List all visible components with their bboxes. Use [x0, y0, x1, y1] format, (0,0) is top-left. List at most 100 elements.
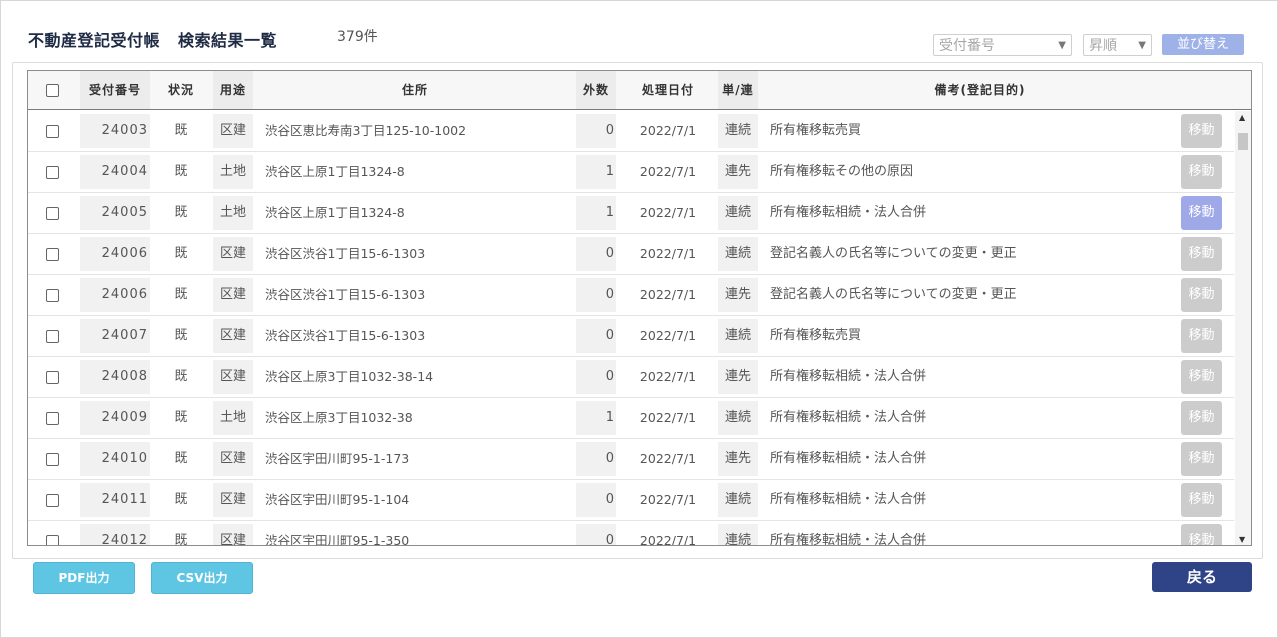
- move-button[interactable]: 移動: [1181, 319, 1222, 353]
- scrollbar-thumb[interactable]: [1238, 133, 1248, 150]
- move-button[interactable]: 移動: [1181, 114, 1222, 148]
- row-checkbox[interactable]: [46, 330, 59, 343]
- header-address[interactable]: 住所: [265, 80, 565, 100]
- cell-address: 渋谷区渋谷1丁目15-6-1303: [265, 246, 426, 261]
- result-count: 379件: [337, 29, 378, 45]
- table-row: 24006 既 区建 渋谷区渋谷1丁目15-6-1303 0 2022/7/1 連先 登記名義…: [28, 275, 1234, 316]
- cell-note: 登記名義人の氏名等についての変更・更正: [770, 246, 1017, 261]
- row-checkbox[interactable]: [46, 494, 59, 507]
- move-button[interactable]: 移動: [1181, 196, 1222, 230]
- cell-number-text: 24008: [101, 369, 148, 384]
- cell-address: 渋谷区上原3丁目1032-38-14: [265, 369, 434, 384]
- sort-field-value: 受付番号: [939, 38, 995, 54]
- page-title-main: 不動産登記受付帳: [28, 31, 161, 50]
- cell-note: 所有権移転売買: [770, 328, 862, 343]
- chevron-down-icon: ▼: [1138, 40, 1146, 51]
- header-date[interactable]: 処理日付: [628, 80, 708, 100]
- sort-order-select[interactable]: 昇順 ▼: [1083, 34, 1152, 56]
- chevron-down-icon: ▼: [1058, 40, 1066, 51]
- row-checkbox[interactable]: [46, 207, 59, 220]
- cell-number-text: 24007: [101, 328, 148, 343]
- cell-note: 所有権移転その他の原因: [770, 164, 914, 179]
- cell-date: 2022/7/1: [639, 492, 697, 507]
- header-link[interactable]: 単/連: [718, 71, 758, 109]
- sort-field-select[interactable]: 受付番号 ▼: [933, 34, 1072, 56]
- cell-status: 既: [174, 410, 188, 425]
- table-row: 24003 既 区建 渋谷区恵比寿南3丁目125-10-1002 0 2022/7/1 連続…: [28, 111, 1234, 152]
- move-button[interactable]: 移動: [1181, 524, 1222, 545]
- row-checkbox[interactable]: [46, 289, 59, 302]
- cell-address: 渋谷区恵比寿南3丁目125-10-1002: [265, 123, 467, 138]
- cell-number: 24006: [80, 278, 150, 312]
- row-checkbox[interactable]: [46, 166, 59, 179]
- header-note[interactable]: 備考(登記目的): [770, 80, 1190, 100]
- cell-link: 連先: [718, 360, 758, 394]
- cell-address: 渋谷区渋谷1丁目15-6-1303: [265, 328, 426, 343]
- row-checkbox[interactable]: [46, 125, 59, 138]
- table-body: 24003 既区建 渋谷区恵比寿南3丁目125-10-1002 0 2022/7/1 連続…: [28, 111, 1234, 546]
- cell-outside: 0: [576, 319, 616, 353]
- move-button[interactable]: 移動: [1181, 237, 1222, 271]
- move-button[interactable]: 移動: [1181, 278, 1222, 312]
- cell-address: 渋谷区上原1丁目1324-8: [265, 205, 405, 220]
- cell-outside: 0: [576, 442, 616, 476]
- move-button[interactable]: 移動: [1181, 483, 1222, 517]
- table-row: 24012 既 区建 渋谷区宇田川町95-1-350 0 2022/7/1 連続 所有権移転相…: [28, 521, 1234, 546]
- back-button[interactable]: 戻る: [1152, 562, 1252, 592]
- cell-status: 既: [174, 123, 188, 138]
- sort-button[interactable]: 並び替え: [1162, 34, 1244, 55]
- cell-status: 既: [174, 369, 188, 384]
- row-checkbox[interactable]: [46, 371, 59, 384]
- cell-date: 2022/7/1: [639, 287, 697, 302]
- cell-number: 24005: [80, 196, 150, 230]
- cell-number: 24008: [80, 360, 150, 394]
- sort-order-value: 昇順: [1089, 38, 1117, 54]
- row-checkbox[interactable]: [46, 412, 59, 425]
- cell-status: 既: [174, 533, 188, 546]
- table-row: 24010 既 区建 渋谷区宇田川町95-1-173 0 2022/7/1 連先 所有権移転相…: [28, 439, 1234, 480]
- move-button[interactable]: 移動: [1181, 360, 1222, 394]
- row-checkbox[interactable]: [46, 453, 59, 466]
- cell-note: 所有権移転相続・法人合併: [770, 533, 927, 546]
- table-row: 24006 既 区建 渋谷区渋谷1丁目15-6-1303 0 2022/7/1 連続 登記名義…: [28, 234, 1234, 275]
- cell-number-text: 24004: [101, 164, 148, 179]
- cell-note: 登記名義人の氏名等についての変更・更正: [770, 287, 1017, 302]
- header-usage[interactable]: 用途: [213, 71, 253, 109]
- select-all-checkbox[interactable]: [46, 84, 59, 97]
- header-status[interactable]: 状況: [158, 80, 204, 100]
- cell-usage: 区建: [213, 237, 253, 271]
- cell-number-text: 24009: [101, 410, 148, 425]
- cell-link: 連続: [718, 401, 758, 435]
- row-checkbox[interactable]: [46, 248, 59, 261]
- move-button[interactable]: 移動: [1181, 401, 1222, 435]
- cell-usage: 区建: [213, 360, 253, 394]
- cell-date: 2022/7/1: [639, 246, 697, 261]
- cell-outside: 0: [576, 278, 616, 312]
- cell-status: 既: [174, 287, 188, 302]
- results-table: 受付番号 状況 用途 住所 外数 処理日付 単/連 備考(登記目的) 24003…: [27, 70, 1252, 546]
- csv-export-button[interactable]: CSV出力: [151, 562, 253, 594]
- cell-date: 2022/7/1: [639, 205, 697, 220]
- cell-date: 2022/7/1: [639, 123, 697, 138]
- cell-number: 24010: [80, 442, 150, 476]
- scroll-up-icon[interactable]: ▲: [1239, 113, 1245, 122]
- row-checkbox[interactable]: [46, 535, 59, 545]
- scroll-down-icon[interactable]: ▼: [1239, 535, 1245, 544]
- cell-status: 既: [174, 205, 188, 220]
- cell-status: 既: [174, 492, 188, 507]
- cell-address: 渋谷区渋谷1丁目15-6-1303: [265, 287, 426, 302]
- header-outside[interactable]: 外数: [576, 71, 616, 109]
- cell-address: 渋谷区宇田川町95-1-173: [265, 451, 410, 466]
- cell-number-text: 24012: [101, 533, 148, 546]
- cell-address: 渋谷区宇田川町95-1-104: [265, 492, 410, 507]
- table-row: 24011 既 区建 渋谷区宇田川町95-1-104 0 2022/7/1 連続 所有権移転相…: [28, 480, 1234, 521]
- pdf-export-button[interactable]: PDF出力: [33, 562, 135, 594]
- move-button[interactable]: 移動: [1181, 155, 1222, 189]
- cell-link: 連先: [718, 278, 758, 312]
- move-button[interactable]: 移動: [1181, 442, 1222, 476]
- cell-date: 2022/7/1: [639, 369, 697, 384]
- cell-outside: 0: [576, 524, 616, 545]
- vertical-scrollbar[interactable]: ▲ ▼: [1235, 111, 1251, 545]
- cell-outside: 0: [576, 360, 616, 394]
- header-number[interactable]: 受付番号: [80, 71, 150, 109]
